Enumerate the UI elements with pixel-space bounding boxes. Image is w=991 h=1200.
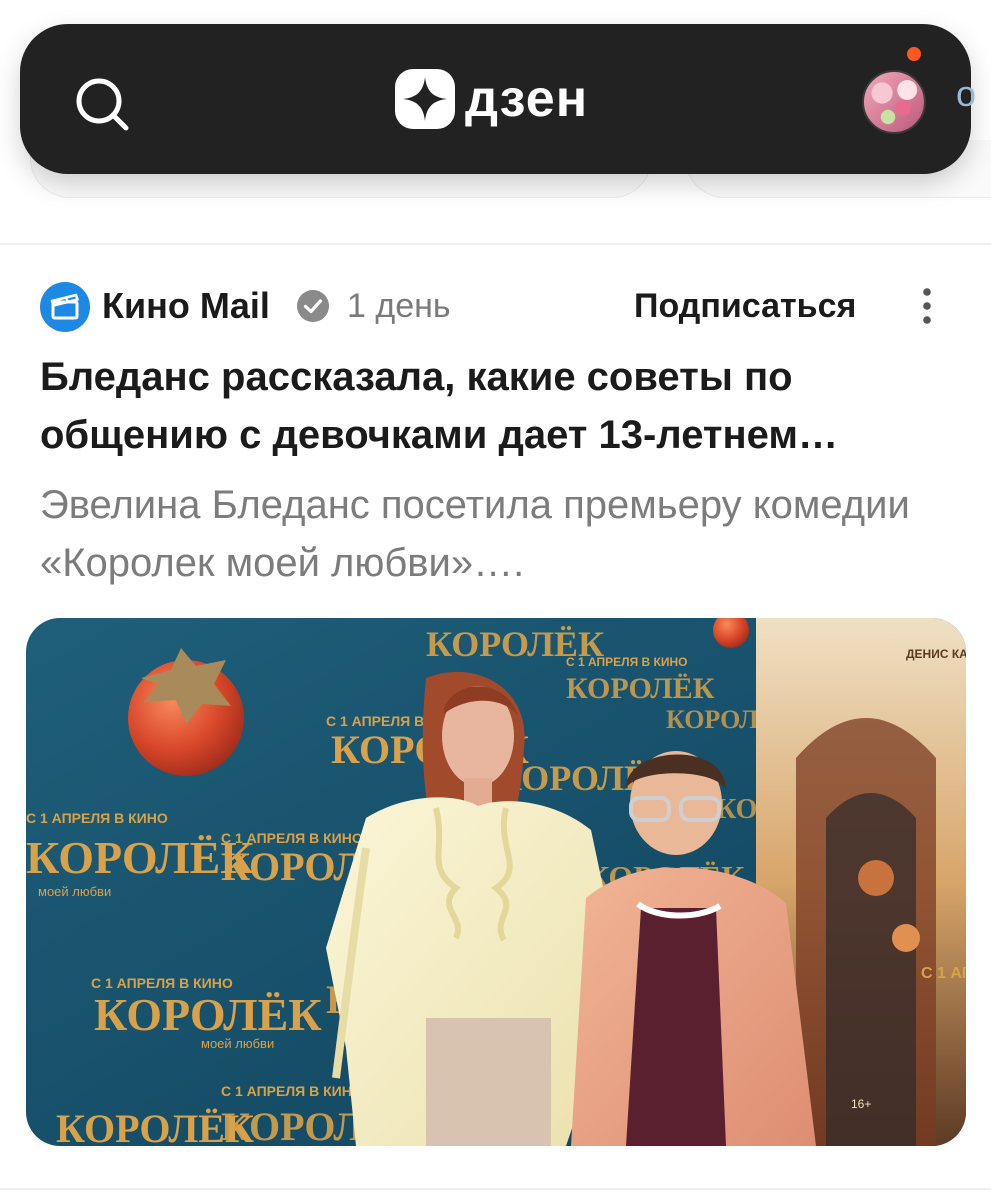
card-source-row: Кино Mail 1 день Подписаться [40, 280, 951, 332]
avatar[interactable] [862, 70, 926, 134]
subscribe-button[interactable]: Подписаться [634, 280, 856, 332]
search-icon [76, 78, 129, 131]
svg-text:С 1 АПРЕЛЯ В КИНО: С 1 АПРЕЛЯ В КИНО [221, 1083, 363, 1099]
svg-text:С 1 АПРЕЛЯ В КИНО: С 1 АПРЕЛЯ В КИНО [566, 655, 687, 669]
channel-avatar[interactable] [40, 282, 90, 332]
article-photo[interactable]: КОРОЛЁК КОРОЛЁК КОРОЛЁК КОРОЛЁК КОРОЛЁК … [26, 618, 966, 1146]
svg-text:КОРОЛЁК: КОРОЛЁК [566, 672, 715, 705]
logo-text: дзен [465, 70, 589, 128]
svg-text:ДЕНИС КАР: ДЕНИС КАР [906, 647, 966, 661]
offscreen-element: о [956, 74, 977, 114]
svg-text:моей любви: моей любви [201, 1036, 274, 1051]
svg-text:КОРОЛЁК: КОРОЛЁК [26, 832, 254, 883]
divider [0, 1188, 991, 1190]
search-button[interactable] [72, 74, 132, 134]
article-headline[interactable]: Бледанс рассказала, какие советы по обще… [40, 348, 960, 464]
premiere-photo: КОРОЛЁК КОРОЛЁК КОРОЛЁК КОРОЛЁК КОРОЛЁК … [26, 618, 966, 1146]
verified-check-icon [297, 290, 329, 322]
top-bar: дзен [20, 24, 971, 174]
channel-name[interactable]: Кино Mail [102, 280, 270, 332]
svg-text:С 1 АПРЕ: С 1 АПРЕ [921, 965, 966, 982]
svg-text:моей любви: моей любви [38, 884, 111, 899]
svg-text:С 1 АПРЕЛЯ В КИНО: С 1 АПРЕЛЯ В КИНО [26, 810, 168, 826]
more-vertical-icon [923, 288, 931, 324]
post-time: 1 день [347, 287, 451, 325]
zen-logo[interactable]: дзен [395, 68, 588, 130]
svg-text:С 1 АПРЕЛЯ В КИНО: С 1 АПРЕЛЯ В КИНО [91, 975, 233, 991]
zen-logo-icon [395, 69, 455, 129]
notification-dot [904, 44, 924, 64]
svg-text:С 1 АПРЕЛЯ В КИНО: С 1 АПРЕЛЯ В КИНО [221, 830, 363, 846]
feed-page: дзен о Кино Mail 1 день Подписаться Блед… [0, 0, 991, 1200]
clapperboard-icon [50, 293, 79, 320]
more-options-button[interactable] [912, 284, 942, 328]
svg-text:16+: 16+ [851, 1097, 871, 1111]
svg-text:КОРОЛЁК: КОРОЛЁК [94, 989, 322, 1040]
article-snippet[interactable]: Эвелина Бледанс посетила премьеру комеди… [40, 476, 960, 592]
divider [0, 243, 991, 245]
